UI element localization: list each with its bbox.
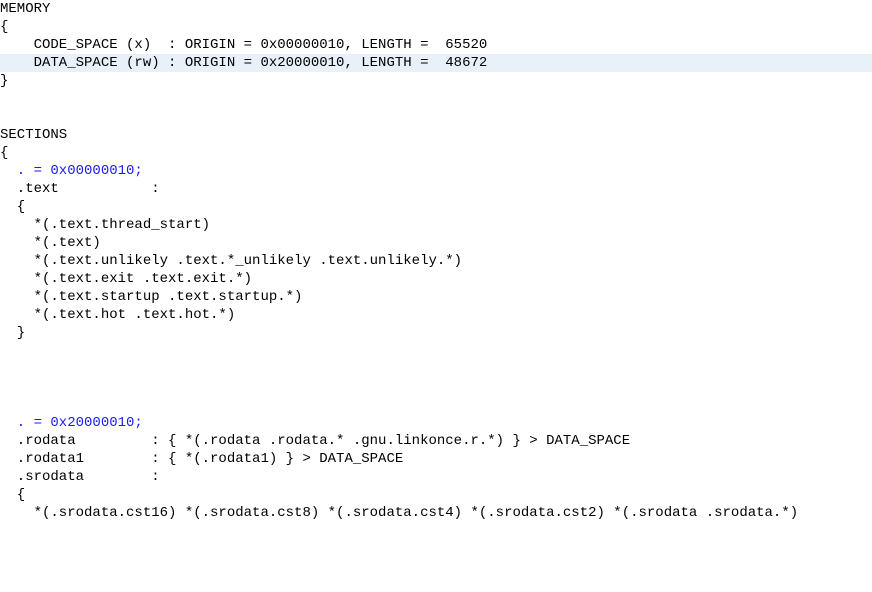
code-line-27: { <box>0 486 872 504</box>
linker-script-code-block: MEMORY{ CODE_SPACE (x) : ORIGIN = 0x0000… <box>0 0 872 522</box>
code-line-23: . = 0x20000010; <box>0 414 872 432</box>
code-line-2: CODE_SPACE (x) : ORIGIN = 0x00000010, LE… <box>0 36 872 54</box>
code-line-21 <box>0 378 872 396</box>
code-line-19 <box>0 342 872 360</box>
code-line-25: .rodata1 : { *(.rodata1) } > DATA_SPACE <box>0 450 872 468</box>
code-line-0: MEMORY <box>0 0 872 18</box>
code-line-12: *(.text.thread_start) <box>0 216 872 234</box>
code-line-18: } <box>0 324 872 342</box>
code-line-7: SECTIONS <box>0 126 872 144</box>
code-line-14: *(.text.unlikely .text.*_unlikely .text.… <box>0 252 872 270</box>
code-line-1: { <box>0 18 872 36</box>
code-line-8: { <box>0 144 872 162</box>
code-line-26: .srodata : <box>0 468 872 486</box>
code-line-16: *(.text.startup .text.startup.*) <box>0 288 872 306</box>
code-line-4: } <box>0 72 872 90</box>
code-line-10: .text : <box>0 180 872 198</box>
code-line-17: *(.text.hot .text.hot.*) <box>0 306 872 324</box>
code-line-11: { <box>0 198 872 216</box>
code-line-6 <box>0 108 872 126</box>
code-line-20 <box>0 360 872 378</box>
code-line-15: *(.text.exit .text.exit.*) <box>0 270 872 288</box>
code-line-24: .rodata : { *(.rodata .rodata.* .gnu.lin… <box>0 432 872 450</box>
code-line-13: *(.text) <box>0 234 872 252</box>
code-line-3: DATA_SPACE (rw) : ORIGIN = 0x20000010, L… <box>0 54 872 72</box>
code-line-22 <box>0 396 872 414</box>
code-line-9: . = 0x00000010; <box>0 162 872 180</box>
code-line-28: *(.srodata.cst16) *(.srodata.cst8) *(.sr… <box>0 504 872 522</box>
code-line-5 <box>0 90 872 108</box>
